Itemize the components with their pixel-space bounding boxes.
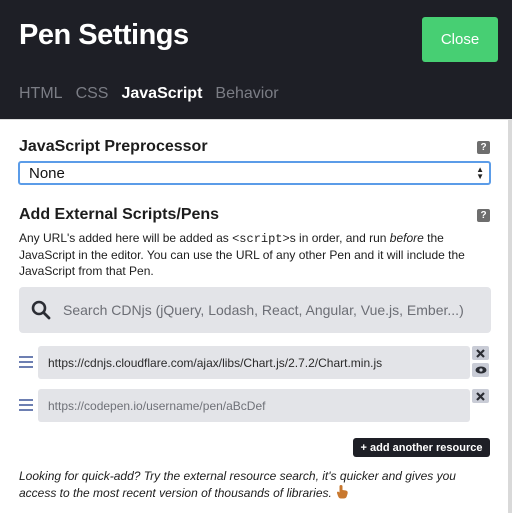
preprocessor-help-icon[interactable]: ? — [477, 141, 490, 154]
drag-handle-icon[interactable] — [19, 399, 33, 413]
remove-resource-icon[interactable] — [472, 346, 489, 360]
tab-css[interactable]: CSS — [76, 85, 109, 103]
external-scripts-title: Add External Scripts/Pens — [19, 206, 220, 223]
tab-javascript[interactable]: JavaScript — [121, 85, 202, 103]
close-button[interactable]: Close — [422, 17, 498, 62]
add-resource-button[interactable]: + add another resource — [353, 438, 490, 457]
pen-settings-modal: Pen Settings Close HTML CSS JavaScript B… — [0, 0, 512, 513]
modal-header: Pen Settings Close HTML CSS JavaScript B… — [0, 0, 512, 119]
modal-title: Pen Settings — [19, 19, 189, 51]
resource-url: https://cdnjs.cloudflare.com/ajax/libs/C… — [48, 355, 383, 370]
search-icon — [31, 300, 51, 320]
external-scripts-description: Any URL's added here will be added as <s… — [19, 231, 465, 278]
drag-handle-icon[interactable] — [19, 356, 33, 370]
preprocessor-select[interactable]: None ▲ ▼ — [18, 161, 491, 185]
resource-placeholder: https://codepen.io/username/pen/aBcDef — [48, 398, 266, 413]
tab-html[interactable]: HTML — [19, 85, 63, 103]
external-scripts-help-icon[interactable]: ? — [477, 209, 490, 222]
search-placeholder: Search CDNjs (jQuery, Lodash, React, Ang… — [63, 302, 464, 318]
external-resource-field[interactable]: https://cdnjs.cloudflare.com/ajax/libs/C… — [38, 346, 470, 379]
preprocessor-selected-value: None — [29, 164, 65, 182]
cdnjs-search-input[interactable]: Search CDNjs (jQuery, Lodash, React, Ang… — [19, 287, 491, 333]
view-resource-eye-icon[interactable] — [472, 363, 489, 377]
settings-content: JavaScript Preprocessor ? None ▲ ▼ Add Ex… — [0, 119, 512, 513]
tab-behavior[interactable]: Behavior — [215, 85, 278, 103]
external-resource-field[interactable]: https://codepen.io/username/pen/aBcDef — [38, 389, 470, 422]
pointing-hand-icon — [336, 485, 348, 499]
remove-resource-icon[interactable] — [472, 389, 489, 403]
select-arrows-icon: ▲ ▼ — [476, 165, 484, 181]
preprocessor-title: JavaScript Preprocessor — [19, 138, 208, 155]
settings-tabs: HTML CSS JavaScript Behavior — [19, 85, 279, 103]
quick-add-hint: Looking for quick-add? Try the external … — [19, 469, 456, 500]
